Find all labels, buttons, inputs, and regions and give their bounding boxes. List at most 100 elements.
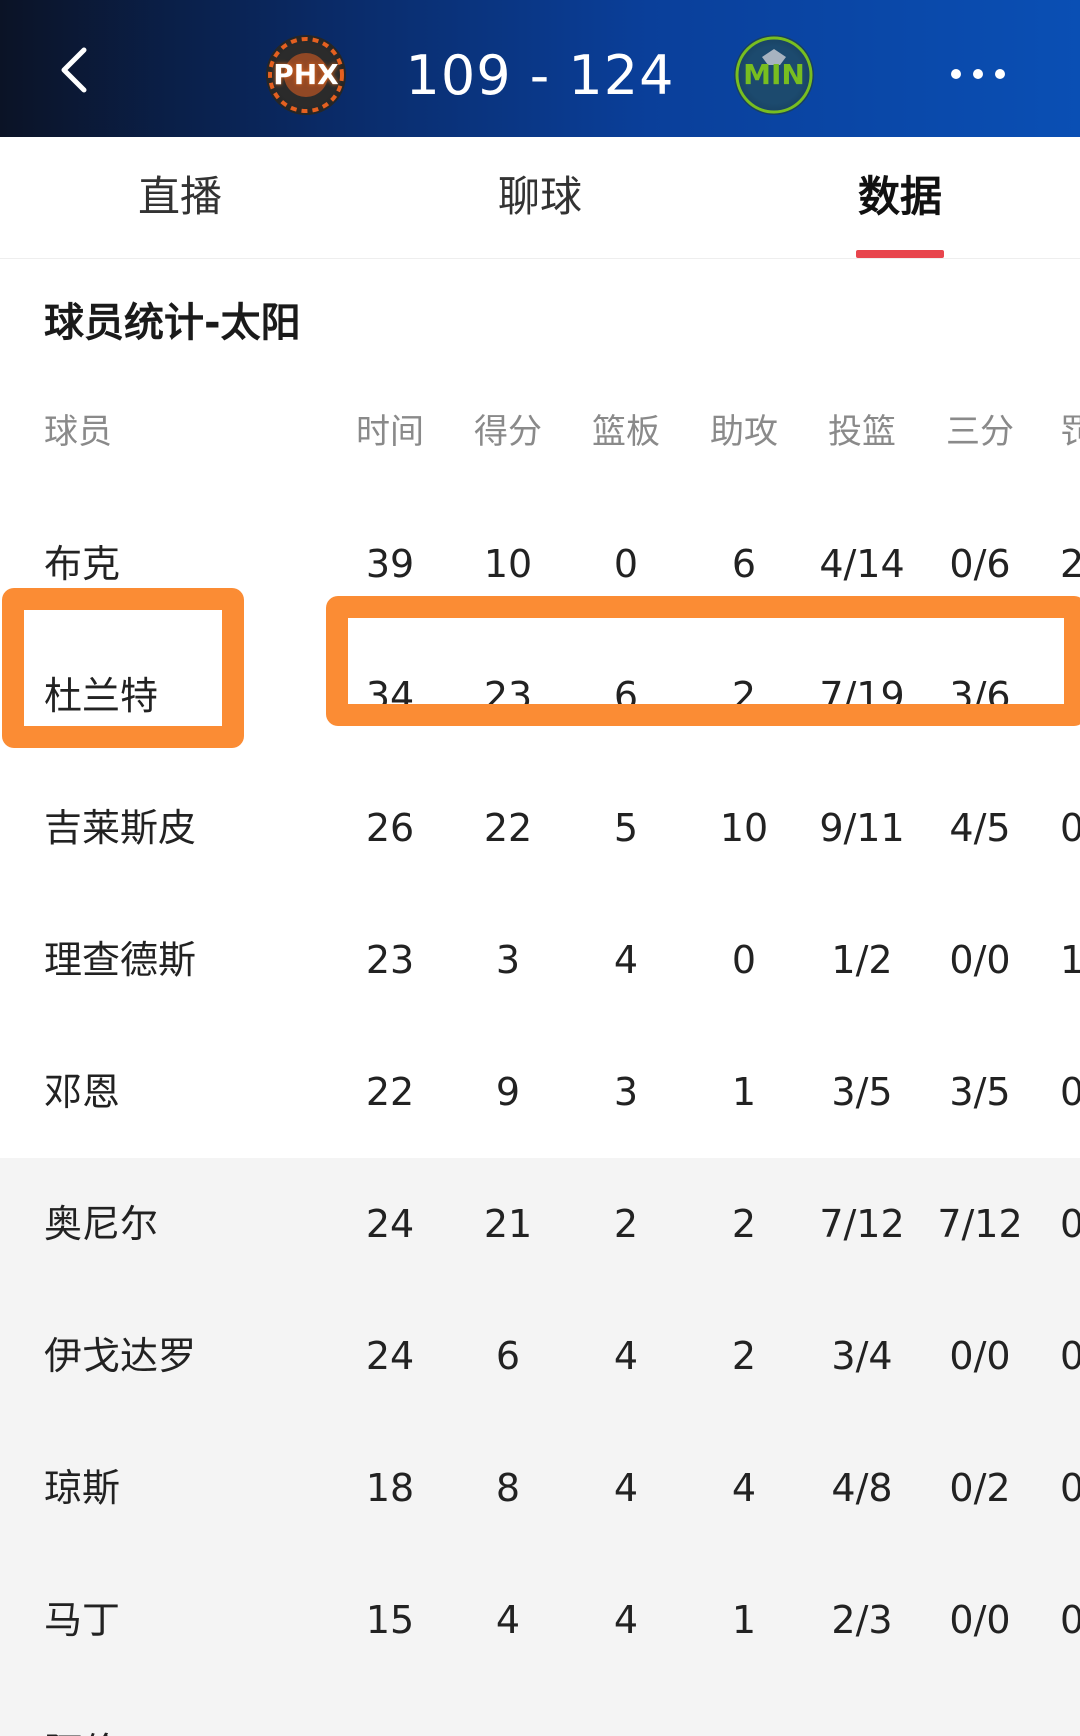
stat-minutes: 18 xyxy=(365,1466,415,1510)
tab-data[interactable]: 数据 xyxy=(810,167,990,227)
stat-ft: 0 xyxy=(1060,1466,1080,1510)
stat-points: 6 xyxy=(495,1334,521,1378)
stat-assists: 1 xyxy=(731,1070,757,1114)
stat-points: 21 xyxy=(483,1202,533,1246)
player-name[interactable]: 马丁 xyxy=(44,1554,304,1686)
stat-ft: 2 xyxy=(1060,542,1080,586)
table-row[interactable]: 吉莱斯皮 26 22 5 10 9/11 4/5 0 xyxy=(0,762,1080,894)
tab-chat[interactable]: 聊球 xyxy=(450,167,630,227)
stat-ft: 0 xyxy=(1060,1070,1080,1114)
table-row[interactable]: 布克 39 10 0 6 4/14 0/6 2 xyxy=(0,498,1080,630)
stat-rebounds: 2 xyxy=(576,1686,676,1736)
column-header-3pt[interactable]: 三分 xyxy=(930,366,1030,498)
stat-minutes: 24 xyxy=(365,1202,415,1246)
stat-fg: 2/3 xyxy=(831,1598,893,1642)
stat-fg: 3/4 xyxy=(831,1334,893,1378)
stat-assists: 6 xyxy=(731,542,757,586)
stat-assists: 0 xyxy=(694,1686,794,1736)
tab-live[interactable]: 直播 xyxy=(90,167,270,227)
stat-minutes: 12 xyxy=(340,1686,440,1736)
player-name[interactable]: 布克 xyxy=(44,498,304,630)
stat-fg: 7/12 xyxy=(819,1202,905,1246)
stat-ft: 1 xyxy=(1060,938,1080,982)
stat-points: 23 xyxy=(483,674,533,718)
stat-ft xyxy=(1060,630,1080,762)
stat-points: 4 xyxy=(495,1598,521,1642)
stat-ft: 0 xyxy=(1060,1598,1080,1642)
stat-points: 3 xyxy=(458,1686,558,1736)
more-button[interactable] xyxy=(946,50,1010,98)
stat-fg: 7/19 xyxy=(819,674,905,718)
stat-rebounds: 3 xyxy=(613,1070,639,1114)
column-header-points[interactable]: 得分 xyxy=(458,366,558,498)
column-header-player: 球员 xyxy=(44,412,112,452)
player-name[interactable]: 理查德斯 xyxy=(44,894,304,1026)
stat-fg: 9/11 xyxy=(819,806,905,850)
column-header-fg[interactable]: 投篮 xyxy=(812,366,912,498)
stat-points: 9 xyxy=(495,1070,521,1114)
table-header-row: 球员 时间 得分 篮板 助攻 投篮 三分 罚 xyxy=(0,366,1080,498)
table-row[interactable]: 伊戈达罗 24 6 4 2 3/4 0/0 0 xyxy=(0,1290,1080,1422)
stat-rebounds: 0 xyxy=(613,542,639,586)
table-row[interactable]: 琼斯 18 8 4 4 4/8 0/2 0 xyxy=(0,1422,1080,1554)
stat-minutes: 39 xyxy=(365,542,415,586)
stat-ft: 0 xyxy=(1060,1334,1080,1378)
stat-rebounds: 4 xyxy=(613,1598,639,1642)
player-name[interactable]: 阿伦 xyxy=(44,1686,304,1736)
column-header-assists[interactable]: 助攻 xyxy=(694,366,794,498)
stat-rebounds: 4 xyxy=(613,1466,639,1510)
stat-rebounds: 6 xyxy=(613,674,639,718)
stat-3pt: 0/2 xyxy=(949,1466,1011,1510)
stat-3pt: 0/0 xyxy=(949,938,1011,982)
active-tab-indicator xyxy=(856,250,944,258)
player-name[interactable]: 奥尼尔 xyxy=(44,1158,304,1290)
stat-minutes: 15 xyxy=(365,1598,415,1642)
stat-3pt: 3/5 xyxy=(949,1070,1011,1114)
stat-3pt: 0/0 xyxy=(949,1334,1011,1378)
stat-3pt: 4/5 xyxy=(949,806,1011,850)
back-button[interactable] xyxy=(48,40,108,100)
stat-ft: 0 xyxy=(1060,806,1080,850)
home-logo-text: PHX xyxy=(273,58,339,91)
player-name[interactable]: 邓恩 xyxy=(44,1026,304,1158)
stat-3pt: 0/0 xyxy=(949,1598,1011,1642)
more-dots-icon xyxy=(951,69,1005,79)
team-logo-away[interactable]: MIN xyxy=(734,35,814,115)
table-row[interactable]: 杜兰特 34 23 6 2 7/19 3/6 xyxy=(0,630,1080,762)
stat-3pt: 0/6 xyxy=(949,542,1011,586)
stat-minutes: 24 xyxy=(365,1334,415,1378)
table-row[interactable]: 马丁 15 4 4 1 2/3 0/0 0 xyxy=(0,1554,1080,1686)
table-row[interactable]: 理查德斯 23 3 4 0 1/2 0/0 1 xyxy=(0,894,1080,1026)
stat-ft: 0 xyxy=(1060,1202,1080,1246)
stat-minutes: 26 xyxy=(365,806,415,850)
stat-fg: 4/14 xyxy=(819,542,905,586)
table-row[interactable]: 奥尼尔 24 21 2 2 7/12 7/12 0 xyxy=(0,1158,1080,1290)
player-name[interactable]: 伊戈达罗 xyxy=(44,1290,304,1422)
stat-3pt: 7/12 xyxy=(937,1202,1023,1246)
column-header-ft[interactable]: 罚 xyxy=(1060,366,1080,498)
tab-bar: 直播 聊球 数据 xyxy=(0,137,1080,259)
player-name[interactable]: 吉莱斯皮 xyxy=(44,762,304,894)
player-name[interactable]: 杜兰特 xyxy=(44,630,304,762)
stat-fg: 3/5 xyxy=(831,1070,893,1114)
chevron-left-icon xyxy=(61,47,87,93)
stat-points: 8 xyxy=(495,1466,521,1510)
stat-3pt: 1/1 xyxy=(930,1686,1030,1736)
column-header-rebounds[interactable]: 篮板 xyxy=(576,366,676,498)
game-score: 109 - 124 xyxy=(405,44,675,107)
player-name[interactable]: 琼斯 xyxy=(44,1422,304,1554)
away-logo-text: MIN xyxy=(743,58,805,91)
stat-ft xyxy=(1060,1686,1080,1736)
stat-assists: 2 xyxy=(731,1202,757,1246)
team-logo-home[interactable]: PHX xyxy=(266,35,346,115)
stat-assists: 2 xyxy=(731,1334,757,1378)
stat-minutes: 34 xyxy=(365,674,415,718)
table-row[interactable]: 阿伦 12 320 1/1 1/1 xyxy=(0,1686,1080,1736)
stat-rebounds: 4 xyxy=(613,938,639,982)
table-row[interactable]: 邓恩 22 9 3 1 3/5 3/5 0 xyxy=(0,1026,1080,1158)
stat-3pt: 3/6 xyxy=(949,674,1011,718)
column-header-minutes[interactable]: 时间 xyxy=(340,366,440,498)
game-header: PHX 109 - 124 MIN xyxy=(0,0,1080,137)
stat-points: 10 xyxy=(483,542,533,586)
section-title: 球员统计-太阳 xyxy=(44,300,301,346)
